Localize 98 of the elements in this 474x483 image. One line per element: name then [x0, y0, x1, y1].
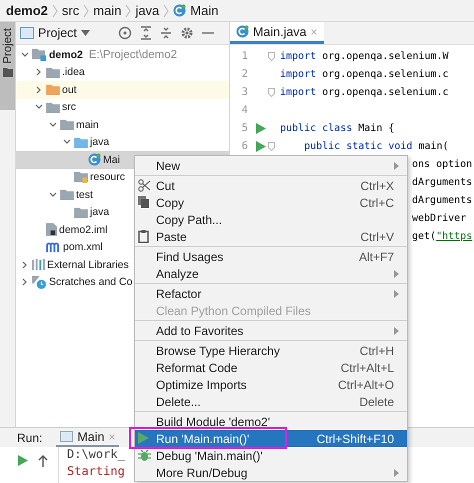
line-number: 3 — [240, 86, 248, 98]
menu-item[interactable]: Refactor — [135, 285, 407, 302]
fold-marker-icon[interactable] — [268, 142, 275, 150]
chevron-down-icon[interactable] — [49, 120, 57, 129]
bug-icon — [138, 449, 151, 462]
line-number: 5 — [240, 122, 248, 134]
dropdown-arrow-icon — [80, 30, 90, 36]
menu-item[interactable]: Find Usages Alt+F7 — [135, 248, 407, 265]
expand-all-icon[interactable] — [140, 26, 152, 40]
collapse-all-icon[interactable] — [160, 26, 172, 40]
tree-item[interactable]: out — [16, 81, 229, 98]
tree-item[interactable]: demo2 E:\Project\demo2 — [16, 46, 229, 64]
breadcrumb-item[interactable]: demo2 — [6, 3, 48, 18]
folder-icon — [2, 68, 12, 77]
folder-icon — [46, 102, 60, 113]
folder-icon — [60, 189, 74, 200]
menu-item[interactable]: Copy Path... — [135, 211, 407, 228]
maven-icon — [46, 242, 61, 253]
folder-icon — [60, 119, 74, 130]
fold-marker-icon[interactable] — [268, 88, 275, 96]
breadcrumb-item[interactable]: main — [93, 3, 122, 18]
tree-item[interactable]: main — [16, 116, 229, 134]
menu-item[interactable]: Debug 'Main.main()' — [135, 447, 407, 464]
folder-icon — [74, 206, 88, 218]
code-line: import org.openqa.selenium.c — [280, 86, 449, 98]
breadcrumb-separator-icon — [83, 4, 90, 18]
editor-tab[interactable]: Main.java × — [230, 22, 324, 44]
breadcrumb-separator-icon — [125, 4, 132, 18]
console-line: D:\work_ — [67, 447, 125, 463]
code-line: get("https — [412, 230, 472, 242]
console-line: Starting — [67, 464, 125, 480]
chevron-right-icon[interactable] — [21, 260, 29, 269]
scratches-icon — [32, 276, 47, 289]
chevron-right-icon[interactable] — [35, 86, 43, 94]
module-folder-icon — [32, 48, 47, 62]
scissors-icon — [138, 179, 151, 192]
code-line: public static void main( — [303, 140, 449, 152]
folder-icon — [46, 84, 60, 96]
run-icon — [138, 432, 149, 444]
breadcrumb-item[interactable]: java — [135, 3, 160, 18]
arrow-up-icon[interactable] — [38, 455, 48, 467]
run-gutter-icon[interactable] — [256, 140, 266, 152]
class-icon — [173, 4, 186, 17]
class-icon — [236, 25, 249, 38]
breadcrumb-item[interactable]: src — [62, 3, 80, 18]
tree-item[interactable]: src — [16, 98, 229, 116]
breadcrumb-separator-icon — [163, 4, 170, 18]
code-line: ons option — [412, 158, 472, 170]
menu-item[interactable]: More Run/Debug — [135, 464, 407, 481]
tree-item[interactable]: java — [16, 134, 229, 151]
side-tab[interactable]: Project — [0, 22, 15, 110]
project-path: E:\Project\demo2 — [88, 48, 178, 61]
chevron-right-icon[interactable] — [35, 68, 43, 76]
menu-item[interactable]: Delete... Delete — [135, 393, 407, 410]
menu-item[interactable]: Copy Ctrl+C — [135, 194, 407, 211]
folder-icon — [74, 136, 88, 148]
clipboard-icon — [138, 230, 149, 243]
run-tab[interactable]: Main × — [56, 428, 120, 447]
chevron-down-icon[interactable] — [21, 50, 29, 59]
line-number: 6 — [240, 140, 248, 152]
run-gutter-icon[interactable] — [256, 122, 266, 134]
folder-icon — [46, 66, 60, 78]
code-line: webDriver — [412, 212, 466, 224]
fold-marker-icon[interactable] — [268, 52, 275, 60]
breadcrumb-item[interactable]: Main — [190, 3, 218, 18]
line-number: 1 — [240, 50, 248, 62]
menu-item[interactable]: Browse Type Hierarchy Ctrl+H — [135, 342, 407, 359]
code-line: import org.openqa.selenium.W — [280, 50, 449, 62]
menu-item[interactable]: Optimize Imports Ctrl+Alt+O — [135, 376, 407, 393]
chevron-down-icon[interactable] — [49, 190, 57, 199]
libraries-icon — [32, 259, 45, 270]
window-icon — [20, 27, 34, 39]
chevron-down-icon[interactable] — [35, 103, 43, 112]
rerun-icon[interactable] — [18, 455, 28, 466]
code-line: dArguments — [412, 176, 472, 188]
menu-item[interactable]: Add to Favorites — [135, 322, 407, 339]
settings-icon[interactable] — [180, 26, 194, 40]
menu-item[interactable]: Build Module 'demo2' — [135, 413, 407, 430]
resources-folder-icon — [74, 171, 88, 184]
code-line: import org.openqa.selenium.c — [280, 68, 449, 80]
line-number: 2 — [240, 68, 248, 80]
code-line: public class Main { — [280, 122, 394, 134]
menu-item[interactable]: Paste Ctrl+V — [135, 228, 407, 245]
line-number: 4 — [240, 104, 248, 116]
code-line: dArguments — [412, 194, 472, 206]
chevron-right-icon[interactable] — [21, 278, 29, 286]
console-icon — [60, 431, 74, 442]
file-icon — [46, 223, 57, 236]
locate-icon[interactable] — [118, 26, 132, 40]
menu-item[interactable]: Analyze — [135, 265, 407, 282]
copy-icon — [138, 196, 150, 208]
breadcrumb-separator-icon — [52, 4, 58, 18]
chevron-down-icon[interactable] — [63, 138, 71, 146]
menu-item[interactable]: Cut Ctrl+X — [135, 177, 407, 194]
tree-item[interactable]: .idea — [16, 64, 229, 81]
menu-item[interactable]: Reformat Code Ctrl+Alt+L — [135, 359, 407, 376]
class-icon — [88, 153, 101, 166]
run-label: Run: — [17, 430, 42, 444]
